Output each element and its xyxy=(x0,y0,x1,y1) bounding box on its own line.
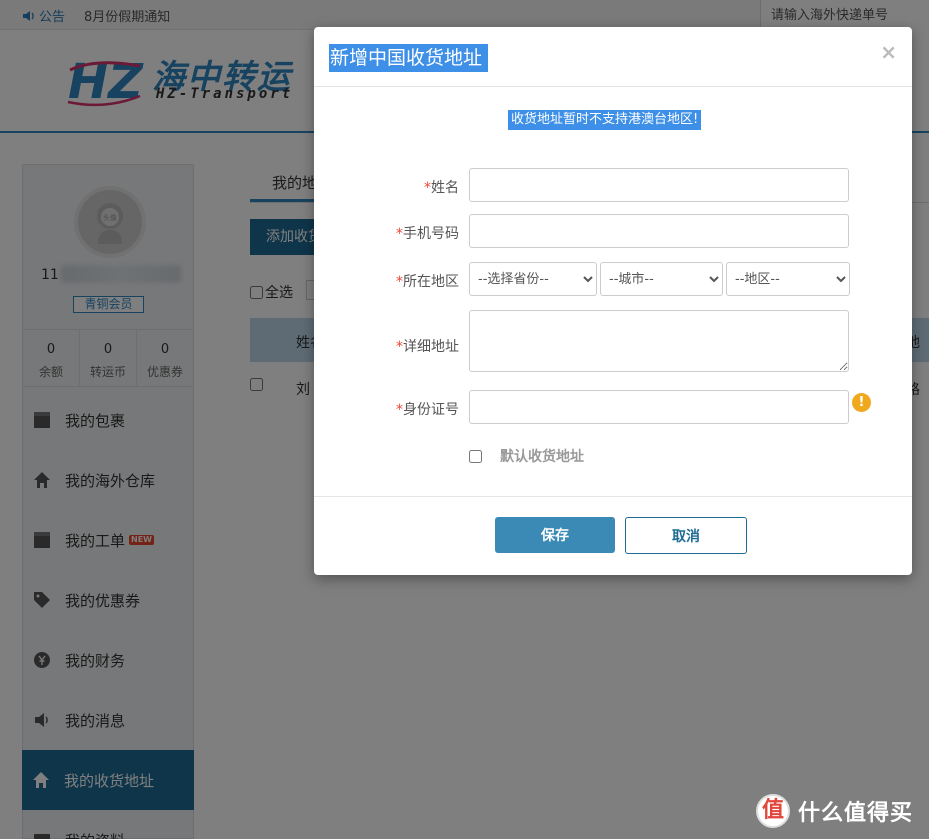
add-address-dialog: 新增中国收货地址 × 收货地址暂时不支持港澳台地区! *姓名 *手机号码 *所在… xyxy=(314,27,912,575)
cancel-button[interactable]: 取消 xyxy=(625,517,747,554)
city-select[interactable]: --城市-- xyxy=(600,262,723,296)
close-icon[interactable]: × xyxy=(880,40,897,64)
label-text: 姓名 xyxy=(431,180,459,196)
default-address-checkbox[interactable]: 默认收货地址 xyxy=(469,446,584,466)
region-label: *所在地区 xyxy=(339,271,459,291)
required-mark: * xyxy=(396,339,403,355)
province-select[interactable]: --选择省份-- xyxy=(469,262,597,296)
label-text: 详细地址 xyxy=(403,339,459,355)
watermark-logo: 值 xyxy=(756,794,790,828)
watermark: 值 什么值得买 xyxy=(756,794,913,828)
dialog-footer-divider xyxy=(314,496,912,497)
district-select[interactable]: --地区-- xyxy=(726,262,850,296)
name-label: *姓名 xyxy=(339,177,459,197)
label-text: 身份证号 xyxy=(403,402,459,418)
phone-label: *手机号码 xyxy=(339,223,459,243)
save-button[interactable]: 保存 xyxy=(495,517,615,553)
name-field[interactable] xyxy=(469,168,849,202)
required-mark: * xyxy=(396,226,403,242)
address-label: *详细地址 xyxy=(339,336,459,356)
dialog-header: 新增中国收货地址 × xyxy=(314,27,912,87)
watermark-text: 什么值得买 xyxy=(798,795,913,827)
label-text: 手机号码 xyxy=(403,226,459,242)
idcard-field[interactable] xyxy=(469,390,849,424)
idcard-label: *身份证号 xyxy=(339,399,459,419)
detail-address-field[interactable] xyxy=(469,310,849,372)
dialog-title: 新增中国收货地址 xyxy=(329,44,488,72)
default-address-label: 默认收货地址 xyxy=(500,446,584,466)
label-text: 所在地区 xyxy=(403,274,459,290)
exclamation-icon[interactable]: ! xyxy=(852,393,871,412)
required-mark: * xyxy=(424,180,431,196)
required-mark: * xyxy=(396,274,403,290)
region-warning: 收货地址暂时不支持港澳台地区! xyxy=(508,110,701,130)
phone-field[interactable] xyxy=(469,214,849,248)
required-mark: * xyxy=(396,402,403,418)
default-address-input[interactable] xyxy=(469,450,482,463)
